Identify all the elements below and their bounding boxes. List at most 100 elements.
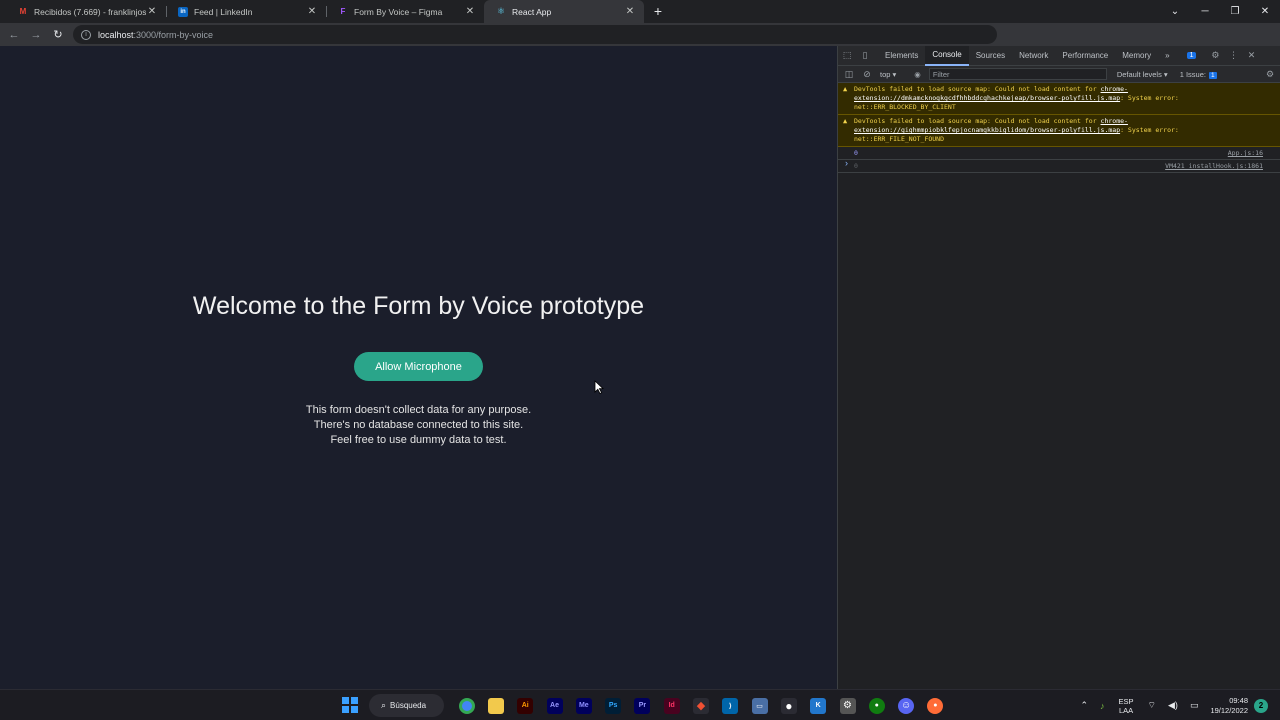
vscode-icon: ⟩ bbox=[722, 697, 739, 714]
chrome-icon bbox=[458, 697, 475, 714]
taskbar-app[interactable]: ◆ bbox=[686, 694, 715, 717]
minimize-icon[interactable]: ─ bbox=[1190, 0, 1220, 23]
taskbar-app[interactable]: ● bbox=[921, 694, 950, 717]
tab-title: Feed | LinkedIn bbox=[194, 6, 253, 17]
devtools-tab-sources[interactable]: Sources bbox=[969, 46, 1012, 66]
inspect-element-icon[interactable]: ⬚ bbox=[838, 46, 856, 66]
close-icon[interactable]: ✕ bbox=[624, 6, 636, 17]
console-settings-gear-icon[interactable]: ⚙ bbox=[1261, 64, 1279, 84]
notification-badge[interactable]: 2 bbox=[1254, 698, 1268, 713]
language-indicator[interactable]: ESP LAA bbox=[1119, 697, 1134, 715]
issues-badge[interactable]: 1 bbox=[1186, 52, 1197, 59]
address-bar[interactable]: i localhost:3000/form-by-voice bbox=[73, 25, 997, 44]
clear-console-icon[interactable]: ⊘ bbox=[858, 64, 876, 84]
taskbar-app[interactable] bbox=[452, 694, 481, 717]
more-tabs-icon[interactable]: » bbox=[1158, 46, 1176, 66]
volume-icon[interactable]: ◀) bbox=[1168, 700, 1178, 711]
taskbar-app[interactable]: Id bbox=[657, 694, 686, 717]
taskbar-app[interactable]: Ps bbox=[598, 694, 627, 717]
note-line: Feel free to use dummy data to test. bbox=[330, 434, 507, 446]
devtools-tab-memory[interactable]: Memory bbox=[1115, 46, 1158, 66]
log-source-link[interactable]: VM421 installHook.js:1861 bbox=[1165, 162, 1263, 171]
taskbar-app[interactable]: ▭ bbox=[745, 694, 774, 717]
restore-icon[interactable]: ❐ bbox=[1220, 0, 1250, 23]
tab-title: Recibidos (7.669) - franklinjosue... bbox=[34, 6, 146, 17]
git-icon: ◆ bbox=[693, 697, 710, 714]
app-icon: K bbox=[810, 697, 827, 714]
taskbar-app[interactable]: ● bbox=[862, 694, 891, 717]
page-title: Welcome to the Form by Voice prototype bbox=[192, 292, 645, 320]
issues-count: 1 bbox=[1208, 71, 1217, 79]
photoshop-icon: Ps bbox=[605, 697, 622, 714]
browser-toolbar: ← → ↻ i localhost:3000/form-by-voice ⇪ ☆… bbox=[0, 23, 1280, 65]
taskbar-app[interactable]: ⟩ bbox=[716, 694, 745, 717]
discord-icon: ☺ bbox=[898, 697, 915, 714]
device-toolbar-icon[interactable]: ▯ bbox=[856, 46, 874, 66]
battery-icon[interactable]: ▭ bbox=[1190, 700, 1199, 711]
log-value: 0 bbox=[854, 162, 858, 170]
tab-gmail[interactable]: M Recibidos (7.669) - franklinjosue... ✕ bbox=[6, 0, 166, 23]
address-path: :3000/form-by-voice bbox=[133, 29, 214, 40]
chevron-up-icon[interactable]: ⌃ bbox=[1080, 700, 1088, 711]
close-devtools-icon[interactable]: ✕ bbox=[1242, 46, 1260, 66]
premiere-icon: Pr bbox=[634, 697, 651, 714]
log-source-link[interactable]: App.js:16 bbox=[1228, 149, 1263, 158]
note-line: This form doesn't collect data for any p… bbox=[305, 404, 532, 416]
issues-counter[interactable]: 1 Issue: 1 bbox=[1180, 70, 1217, 79]
address-host: localhost bbox=[98, 29, 134, 40]
tab-react-app[interactable]: ⚛ React App ✕ bbox=[484, 0, 644, 23]
warning-prefix: DevTools failed to load source map: Coul… bbox=[854, 117, 1101, 125]
react-icon: ⚛ bbox=[496, 6, 506, 16]
system-clock[interactable]: 09:48 19/12/2022 bbox=[1210, 696, 1248, 716]
close-window-icon[interactable]: ✕ bbox=[1250, 0, 1280, 23]
close-icon[interactable]: ✕ bbox=[146, 6, 158, 17]
tab-title: React App bbox=[512, 6, 552, 17]
sidebar-toggle-icon[interactable]: ◫ bbox=[840, 64, 858, 84]
wifi-icon[interactable]: ⌔ bbox=[1148, 700, 1156, 711]
context-selector[interactable]: top ▾ bbox=[876, 70, 900, 79]
tab-linkedin[interactable]: in Feed | LinkedIn ✕ bbox=[166, 0, 326, 23]
taskbar-app[interactable]: Ai bbox=[511, 694, 540, 717]
devtools-tab-network[interactable]: Network bbox=[1012, 46, 1055, 66]
taskbar-app[interactable]: K bbox=[804, 694, 833, 717]
new-tab-button[interactable]: + bbox=[650, 2, 666, 20]
console-prompt[interactable]: › bbox=[845, 158, 848, 168]
clock-date: 19/12/2022 bbox=[1210, 705, 1248, 715]
devtools-tab-console[interactable]: Console bbox=[925, 45, 969, 66]
live-expression-eye-icon[interactable]: ◉ bbox=[914, 70, 921, 79]
taskbar-app[interactable]: ☺ bbox=[891, 694, 920, 717]
log-levels-dropdown[interactable]: Default levels ▾ bbox=[1117, 70, 1168, 79]
figma-icon: F bbox=[340, 7, 346, 16]
taskbar-app[interactable]: Ae bbox=[540, 694, 569, 717]
windows-start-icon[interactable] bbox=[342, 697, 358, 713]
devtools-tab-elements[interactable]: Elements bbox=[878, 46, 925, 66]
taskbar-app[interactable]: Me bbox=[569, 694, 598, 717]
taskbar-search[interactable]: ⌕ Búsqueda bbox=[369, 694, 444, 717]
lang-bottom: LAA bbox=[1118, 705, 1134, 715]
back-icon[interactable]: ← bbox=[3, 25, 25, 45]
illustrator-icon: Ai bbox=[517, 697, 534, 714]
note-line: There's no database connected to this si… bbox=[313, 419, 524, 431]
close-icon[interactable]: ✕ bbox=[306, 6, 318, 17]
close-icon[interactable]: ✕ bbox=[464, 6, 476, 17]
tab-figma[interactable]: F Form By Voice – Figma ✕ bbox=[326, 0, 484, 23]
devtools-tab-performance[interactable]: Performance bbox=[1055, 46, 1115, 66]
console-filter-input[interactable]: Filter bbox=[928, 68, 1107, 80]
devtools-menu-icon[interactable]: ⋮ bbox=[1224, 46, 1242, 66]
taskbar-app[interactable]: ● bbox=[774, 694, 803, 717]
warning-icon: ▲ bbox=[843, 117, 848, 125]
forward-icon[interactable]: → bbox=[25, 25, 47, 45]
settings-gear-icon[interactable]: ⚙ bbox=[1206, 46, 1224, 66]
log-value: 0 bbox=[854, 149, 858, 157]
microphone-icon[interactable]: ♪ bbox=[1100, 701, 1105, 711]
console-output: ▲ DevTools failed to load source map: Co… bbox=[838, 83, 1280, 173]
allow-microphone-button[interactable]: Allow Microphone bbox=[354, 352, 483, 381]
clock-time: 09:48 bbox=[1229, 695, 1248, 705]
taskbar-app[interactable] bbox=[481, 694, 510, 717]
taskbar-app[interactable]: ⚙ bbox=[833, 694, 862, 717]
info-icon[interactable]: i bbox=[81, 29, 91, 40]
taskbar-app[interactable]: Pr bbox=[628, 694, 657, 717]
reload-icon[interactable]: ↻ bbox=[47, 25, 69, 45]
after-effects-icon: Ae bbox=[546, 697, 563, 714]
tab-search-icon[interactable]: ⌄ bbox=[1160, 0, 1190, 23]
